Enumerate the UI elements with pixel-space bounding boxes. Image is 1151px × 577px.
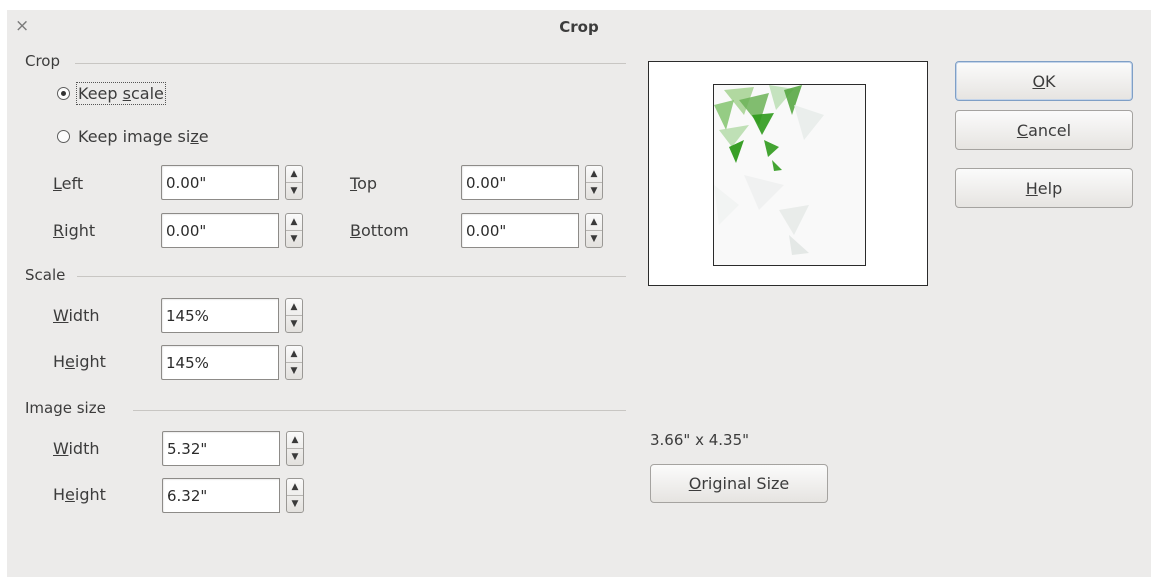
scale-width-spinbox[interactable]: ▲▼ (161, 298, 303, 333)
spin-up-icon[interactable]: ▲ (287, 479, 303, 495)
top-label: Top (350, 174, 378, 193)
keep-image-size-label[interactable]: Keep image size (78, 127, 209, 146)
scale-width-input[interactable] (161, 298, 279, 333)
image-size-section-divider (133, 410, 626, 411)
scale-height-label: Height (53, 352, 106, 371)
keep-scale-radio[interactable]: Keep scale (57, 82, 166, 105)
right-label: Right (53, 221, 96, 240)
crop-preview (648, 61, 928, 286)
top-spinbox[interactable]: ▲▼ (461, 165, 603, 200)
top-input[interactable] (461, 165, 579, 200)
spin-up-icon[interactable]: ▲ (586, 214, 602, 230)
crop-dialog: × Crop Crop Keep scale Keep image size L… (7, 10, 1151, 577)
bottom-input[interactable] (461, 213, 579, 248)
title-bar: × Crop (7, 10, 1151, 44)
keep-image-size-radio[interactable]: Keep image size (57, 127, 209, 146)
spin-down-icon[interactable]: ▼ (286, 362, 302, 379)
spin-down-icon[interactable]: ▼ (287, 495, 303, 512)
scale-height-spin-buttons[interactable]: ▲ ▼ (285, 345, 303, 380)
help-button[interactable]: Help (955, 168, 1133, 208)
spin-down-icon[interactable]: ▼ (586, 182, 602, 199)
spin-up-icon[interactable]: ▲ (286, 166, 302, 182)
image-size-section-title: Image size (25, 399, 106, 417)
spin-down-icon[interactable]: ▼ (586, 230, 602, 247)
left-input[interactable] (161, 165, 279, 200)
right-input[interactable] (161, 213, 279, 248)
bottom-spin-buttons[interactable]: ▲ ▼ (585, 213, 603, 248)
image-height-input[interactable] (162, 478, 280, 513)
spin-down-icon[interactable]: ▼ (286, 182, 302, 199)
bottom-spinbox[interactable]: ▲▼ (461, 213, 603, 248)
spin-up-icon[interactable]: ▲ (586, 166, 602, 182)
left-spinbox[interactable]: ▲▼ (161, 165, 303, 200)
image-height-label: Height (53, 485, 106, 504)
scale-height-spinbox[interactable]: ▲▼ (161, 345, 303, 380)
scale-section-divider (77, 276, 626, 277)
keep-image-size-radio-button[interactable] (57, 130, 70, 143)
crop-section-divider (75, 63, 626, 64)
preview-page (713, 84, 866, 266)
dialog-title: Crop (559, 18, 599, 36)
crop-section-title: Crop (25, 52, 61, 70)
spin-down-icon[interactable]: ▼ (286, 230, 302, 247)
left-spin-buttons[interactable]: ▲ ▼ (285, 165, 303, 200)
spin-up-icon[interactable]: ▲ (287, 432, 303, 448)
keep-scale-radio-button[interactable] (57, 87, 70, 100)
ok-button[interactable]: OK (955, 61, 1133, 101)
preview-image (714, 85, 824, 255)
original-size-button[interactable]: Original Size (650, 464, 828, 503)
spin-up-icon[interactable]: ▲ (286, 346, 302, 362)
cancel-button[interactable]: Cancel (955, 110, 1133, 150)
original-dimensions-text: 3.66" x 4.35" (650, 431, 750, 449)
right-spin-buttons[interactable]: ▲ ▼ (285, 213, 303, 248)
image-width-input[interactable] (162, 431, 280, 466)
left-label: Left (53, 174, 84, 193)
image-width-label: Width (53, 439, 100, 458)
scale-width-label: Width (53, 306, 100, 325)
scale-width-spin-buttons[interactable]: ▲ ▼ (285, 298, 303, 333)
scale-section-title: Scale (25, 266, 66, 284)
spin-up-icon[interactable]: ▲ (286, 299, 302, 315)
spin-down-icon[interactable]: ▼ (286, 315, 302, 332)
scale-height-input[interactable] (161, 345, 279, 380)
spin-up-icon[interactable]: ▲ (286, 214, 302, 230)
image-height-spinbox[interactable]: ▲▼ (162, 478, 304, 513)
image-width-spin-buttons[interactable]: ▲ ▼ (286, 431, 304, 466)
keep-scale-label[interactable]: Keep scale (76, 82, 166, 105)
top-spin-buttons[interactable]: ▲ ▼ (585, 165, 603, 200)
right-spinbox[interactable]: ▲▼ (161, 213, 303, 248)
image-width-spinbox[interactable]: ▲▼ (162, 431, 304, 466)
image-height-spin-buttons[interactable]: ▲ ▼ (286, 478, 304, 513)
bottom-label: Bottom (350, 221, 409, 240)
spin-down-icon[interactable]: ▼ (287, 448, 303, 465)
